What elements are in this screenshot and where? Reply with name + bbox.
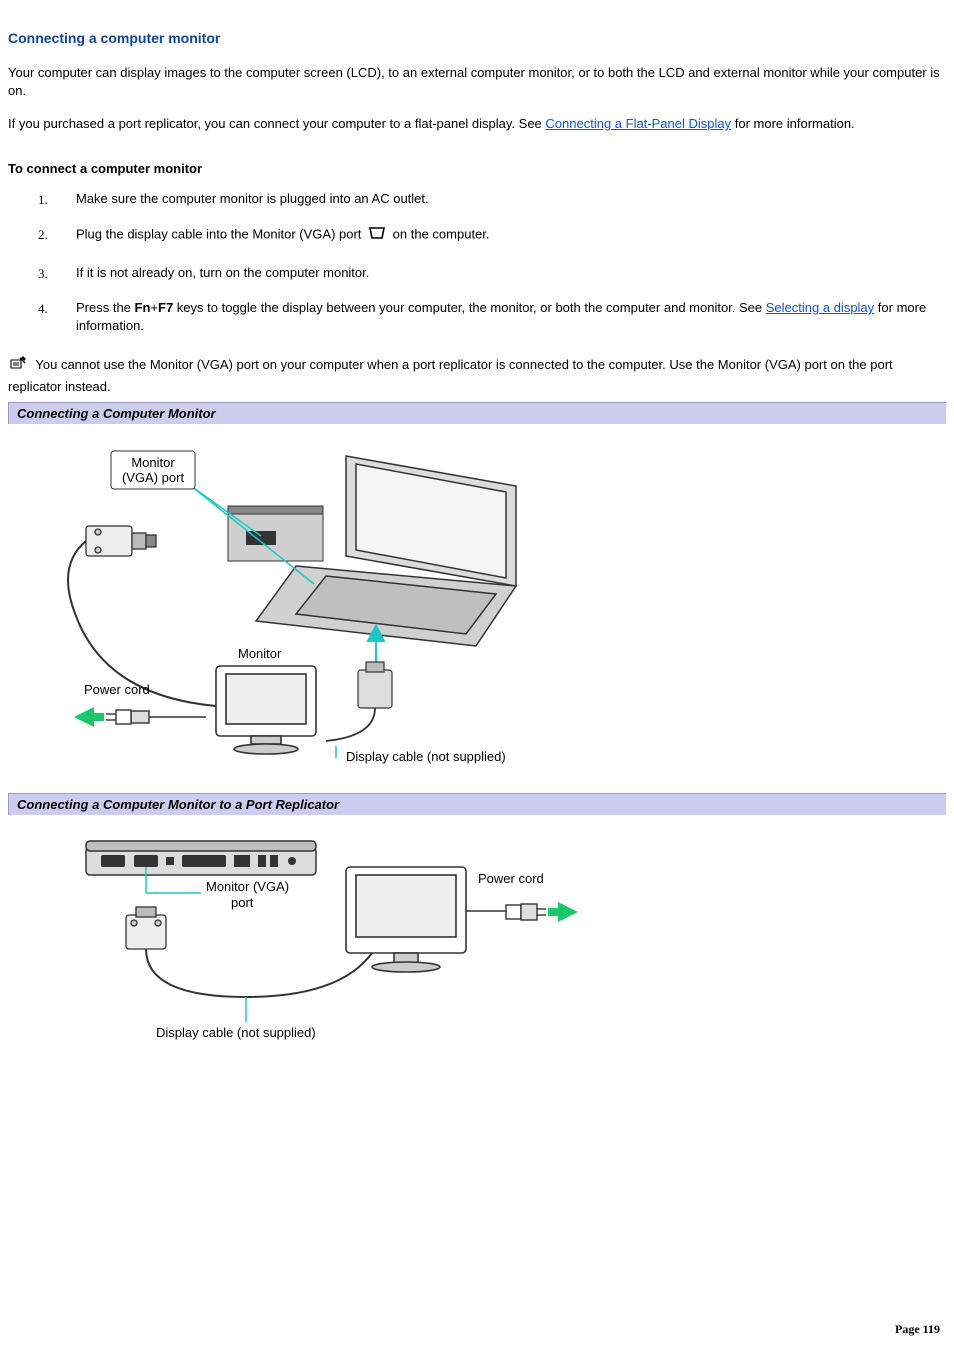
page-number: Page 119 <box>895 1322 940 1337</box>
note-icon <box>8 354 28 377</box>
note: You cannot use the Monitor (VGA) port on… <box>8 354 946 395</box>
intro-paragraph-1: Your computer can display images to the … <box>8 64 946 99</box>
vga-port-icon <box>367 225 387 246</box>
steps-list: Make sure the computer monitor is plugge… <box>8 190 946 335</box>
svg-text:Monitor (VGA): Monitor (VGA) <box>206 879 289 894</box>
intro-p2-text-b: for more information. <box>731 116 855 131</box>
figure-1-illustration: Monitor (VGA) port Monitor <box>46 436 566 766</box>
svg-text:Monitor: Monitor <box>238 646 282 661</box>
figure-2: Monitor (VGA) port Power cord <box>8 819 946 1068</box>
svg-text:Monitor: Monitor <box>131 455 175 470</box>
figure-1: Monitor (VGA) port Monitor <box>8 428 946 787</box>
svg-text:Display cable (not supplied): Display cable (not supplied) <box>346 749 506 764</box>
intro-paragraph-2: If you purchased a port replicator, you … <box>8 115 946 133</box>
section-heading: Connecting a computer monitor <box>8 30 946 46</box>
svg-text:Power cord: Power cord <box>478 871 544 886</box>
svg-text:(VGA) port: (VGA) port <box>122 470 185 485</box>
svg-text:Power cord: Power cord <box>84 682 150 697</box>
step-2: Plug the display cable into the Monitor … <box>56 225 946 246</box>
key-plus: + <box>150 300 158 315</box>
figure-2-title-bar: Connecting a Computer Monitor to a Port … <box>8 793 946 815</box>
sub-heading: To connect a computer monitor <box>8 161 946 176</box>
svg-text:Display cable (not supplied): Display cable (not supplied) <box>156 1025 316 1040</box>
step-3: If it is not already on, turn on the com… <box>56 264 946 282</box>
step-4: Press the Fn+F7 keys to toggle the displ… <box>56 299 946 334</box>
step-4-text-a: Press the <box>76 300 135 315</box>
intro-p2-text-a: If you purchased a port replicator, you … <box>8 116 545 131</box>
note-text: You cannot use the Monitor (VGA) port on… <box>8 357 893 393</box>
step-1: Make sure the computer monitor is plugge… <box>56 190 946 208</box>
step-4-text-b: keys to toggle the display between your … <box>173 300 766 315</box>
link-connecting-flat-panel[interactable]: Connecting a Flat-Panel Display <box>545 116 731 131</box>
key-f7: F7 <box>158 300 173 315</box>
step-2-text-b: on the computer. <box>393 227 490 242</box>
figure-2-illustration: Monitor (VGA) port Power cord <box>46 827 606 1047</box>
svg-text:port: port <box>231 895 254 910</box>
key-fn: Fn <box>135 300 151 315</box>
figure-1-title-bar: Connecting a Computer Monitor <box>8 402 946 424</box>
link-selecting-display[interactable]: Selecting a display <box>766 300 874 315</box>
step-2-text-a: Plug the display cable into the Monitor … <box>76 227 365 242</box>
